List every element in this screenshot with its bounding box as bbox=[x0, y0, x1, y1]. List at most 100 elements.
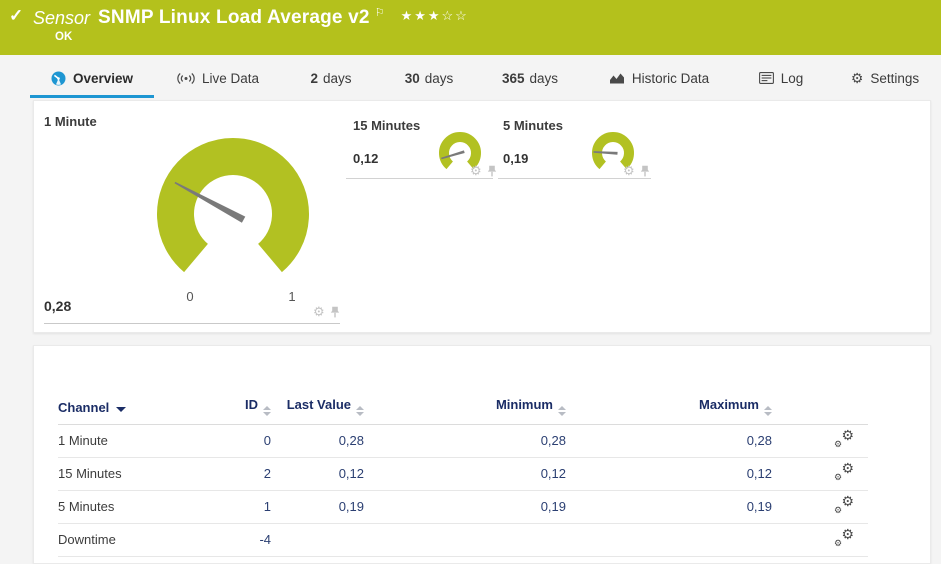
live-data-icon bbox=[177, 72, 195, 84]
cell-id: 0 bbox=[214, 424, 271, 458]
tab-label: Historic Data bbox=[631, 70, 710, 86]
tile-divider bbox=[44, 323, 340, 324]
table-row: 15 Minutes 2 0,12 0,12 0,12 ⚙ ⚙ bbox=[58, 457, 868, 491]
column-header-channel[interactable]: Channel bbox=[58, 374, 214, 425]
pin-icon[interactable] bbox=[640, 165, 650, 177]
gauge-toolbar: ⚙ bbox=[470, 163, 497, 179]
flag-icon[interactable]: ⚐ bbox=[375, 6, 385, 19]
log-icon bbox=[758, 72, 774, 84]
sensor-status-badge: OK bbox=[55, 31, 73, 43]
tab-label: days bbox=[529, 70, 559, 86]
sensor-title: SNMP Linux Load Average v2 bbox=[98, 7, 370, 28]
cell-channel: 15 Minutes bbox=[58, 457, 214, 491]
table-row: 1 Minute 0 0,28 0,28 0,28 ⚙ ⚙ bbox=[58, 424, 868, 458]
column-header-last-value[interactable]: Last Value bbox=[271, 374, 364, 425]
sort-icon bbox=[764, 405, 772, 416]
channel-settings-gear-icon[interactable]: ⚙ bbox=[470, 163, 482, 179]
column-label: Minimum bbox=[495, 396, 553, 412]
gear-icon: ⚙ bbox=[850, 69, 864, 86]
cell-last-value: 0,12 bbox=[271, 457, 364, 491]
cell-last-value: 0,19 bbox=[271, 490, 364, 524]
sensor-banner: ✓ Sensor SNMP Linux Load Average v2 ⚐ ★★… bbox=[0, 0, 941, 55]
sort-icon bbox=[356, 405, 364, 416]
channels-table: Channel ID Last Value Minimum Maximum 1 … bbox=[58, 374, 868, 557]
tab-label: Log bbox=[780, 70, 804, 86]
gauge-title-5-minutes: 5 Minutes bbox=[503, 118, 563, 133]
pin-icon[interactable] bbox=[487, 165, 497, 177]
gauge-scale-max: 1 bbox=[288, 289, 296, 304]
tab-bar: Overview Live Data 2 days 30 days 365 da… bbox=[0, 55, 941, 100]
cell-minimum: 0,12 bbox=[364, 457, 566, 491]
historic-chart-icon bbox=[609, 73, 624, 84]
table-row: Downtime -4 ⚙ ⚙ bbox=[58, 523, 868, 557]
pin-icon[interactable] bbox=[330, 306, 340, 318]
tab-30-days[interactable]: 30 days bbox=[396, 65, 462, 91]
sort-icon bbox=[263, 405, 271, 416]
priority-stars[interactable]: ★★★☆☆ bbox=[401, 8, 469, 24]
column-label: ID bbox=[245, 396, 258, 412]
cell-id: 2 bbox=[214, 457, 271, 491]
tile-divider bbox=[498, 178, 651, 179]
gauge-title-15-minutes: 15 Minutes bbox=[353, 118, 421, 133]
tab-number: 30 bbox=[404, 70, 420, 86]
gauges-panel: 1 Minute 0 1 0,28 ⚙ 15 Minutes 0,12 ⚙ 5 … bbox=[33, 100, 931, 333]
tab-label: days bbox=[322, 70, 352, 86]
tab-live-data[interactable]: Live Data bbox=[170, 65, 266, 91]
cell-maximum: 0,12 bbox=[566, 457, 772, 491]
cell-minimum bbox=[364, 523, 566, 557]
tab-number: 365 bbox=[501, 70, 525, 86]
column-header-actions bbox=[772, 374, 868, 425]
cell-channel: 5 Minutes bbox=[58, 490, 214, 524]
channel-settings-gear-icon[interactable]: ⚙ bbox=[313, 304, 325, 320]
cell-maximum: 0,28 bbox=[566, 424, 772, 458]
cell-last-value: 0,28 bbox=[271, 424, 364, 458]
column-header-minimum[interactable]: Minimum bbox=[364, 374, 566, 425]
gauge-chart-1-minute bbox=[148, 134, 318, 299]
cell-channel: 1 Minute bbox=[58, 424, 214, 458]
tab-historic-data[interactable]: Historic Data bbox=[602, 65, 716, 91]
gauge-value-15-minutes: 0,12 bbox=[353, 151, 379, 166]
gauge-icon bbox=[51, 71, 66, 85]
tab-365-days[interactable]: 365 days bbox=[494, 65, 566, 91]
edit-channel-gears-icon[interactable]: ⚙ ⚙ bbox=[834, 493, 854, 515]
tab-log[interactable]: Log bbox=[752, 65, 810, 91]
cell-maximum bbox=[566, 523, 772, 557]
edit-channel-gears-icon[interactable]: ⚙ ⚙ bbox=[834, 427, 854, 449]
gauge-value-1-minute: 0,28 bbox=[44, 298, 72, 314]
cell-minimum: 0,28 bbox=[364, 424, 566, 458]
gauge-value-5-minutes: 0,19 bbox=[503, 151, 529, 166]
gauge-toolbar: ⚙ bbox=[313, 304, 340, 320]
cell-id: -4 bbox=[214, 523, 271, 557]
tab-label: days bbox=[424, 70, 454, 86]
tab-label: Live Data bbox=[201, 70, 260, 86]
cell-minimum: 0,19 bbox=[364, 490, 566, 524]
gauge-toolbar: ⚙ bbox=[623, 163, 650, 179]
tab-settings[interactable]: ⚙ Settings bbox=[845, 65, 925, 91]
sensor-title-row: Sensor SNMP Linux Load Average v2 ⚐ ★★★☆… bbox=[33, 5, 469, 31]
tab-2-days[interactable]: 2 days bbox=[300, 65, 362, 91]
table-row: 5 Minutes 1 0,19 0,19 0,19 ⚙ ⚙ bbox=[58, 490, 868, 524]
column-label: Last Value bbox=[286, 396, 351, 412]
gauge-title-1-minute: 1 Minute bbox=[44, 114, 97, 129]
tab-label: Settings bbox=[870, 70, 920, 86]
table-header-row: Channel ID Last Value Minimum Maximum bbox=[58, 374, 868, 425]
channel-settings-gear-icon[interactable]: ⚙ bbox=[623, 163, 635, 179]
tile-divider bbox=[346, 178, 493, 179]
gauge-scale-min: 0 bbox=[186, 289, 194, 304]
edit-channel-gears-icon[interactable]: ⚙ ⚙ bbox=[834, 460, 854, 482]
cell-maximum: 0,19 bbox=[566, 490, 772, 524]
sort-icon bbox=[558, 405, 566, 416]
edit-channel-gears-icon[interactable]: ⚙ ⚙ bbox=[834, 526, 854, 548]
tab-number: 2 bbox=[310, 70, 318, 86]
column-label: Maximum bbox=[699, 396, 759, 412]
column-header-maximum[interactable]: Maximum bbox=[566, 374, 772, 425]
cell-id: 1 bbox=[214, 490, 271, 524]
column-header-id[interactable]: ID bbox=[214, 374, 271, 425]
object-kind-label: Sensor bbox=[33, 8, 91, 28]
cell-channel: Downtime bbox=[58, 523, 214, 557]
channels-panel: Channel ID Last Value Minimum Maximum 1 … bbox=[33, 345, 931, 564]
cell-last-value bbox=[271, 523, 364, 557]
tab-overview[interactable]: Overview bbox=[30, 65, 154, 98]
column-label: Channel bbox=[58, 399, 110, 415]
tab-label: Overview bbox=[72, 70, 134, 86]
